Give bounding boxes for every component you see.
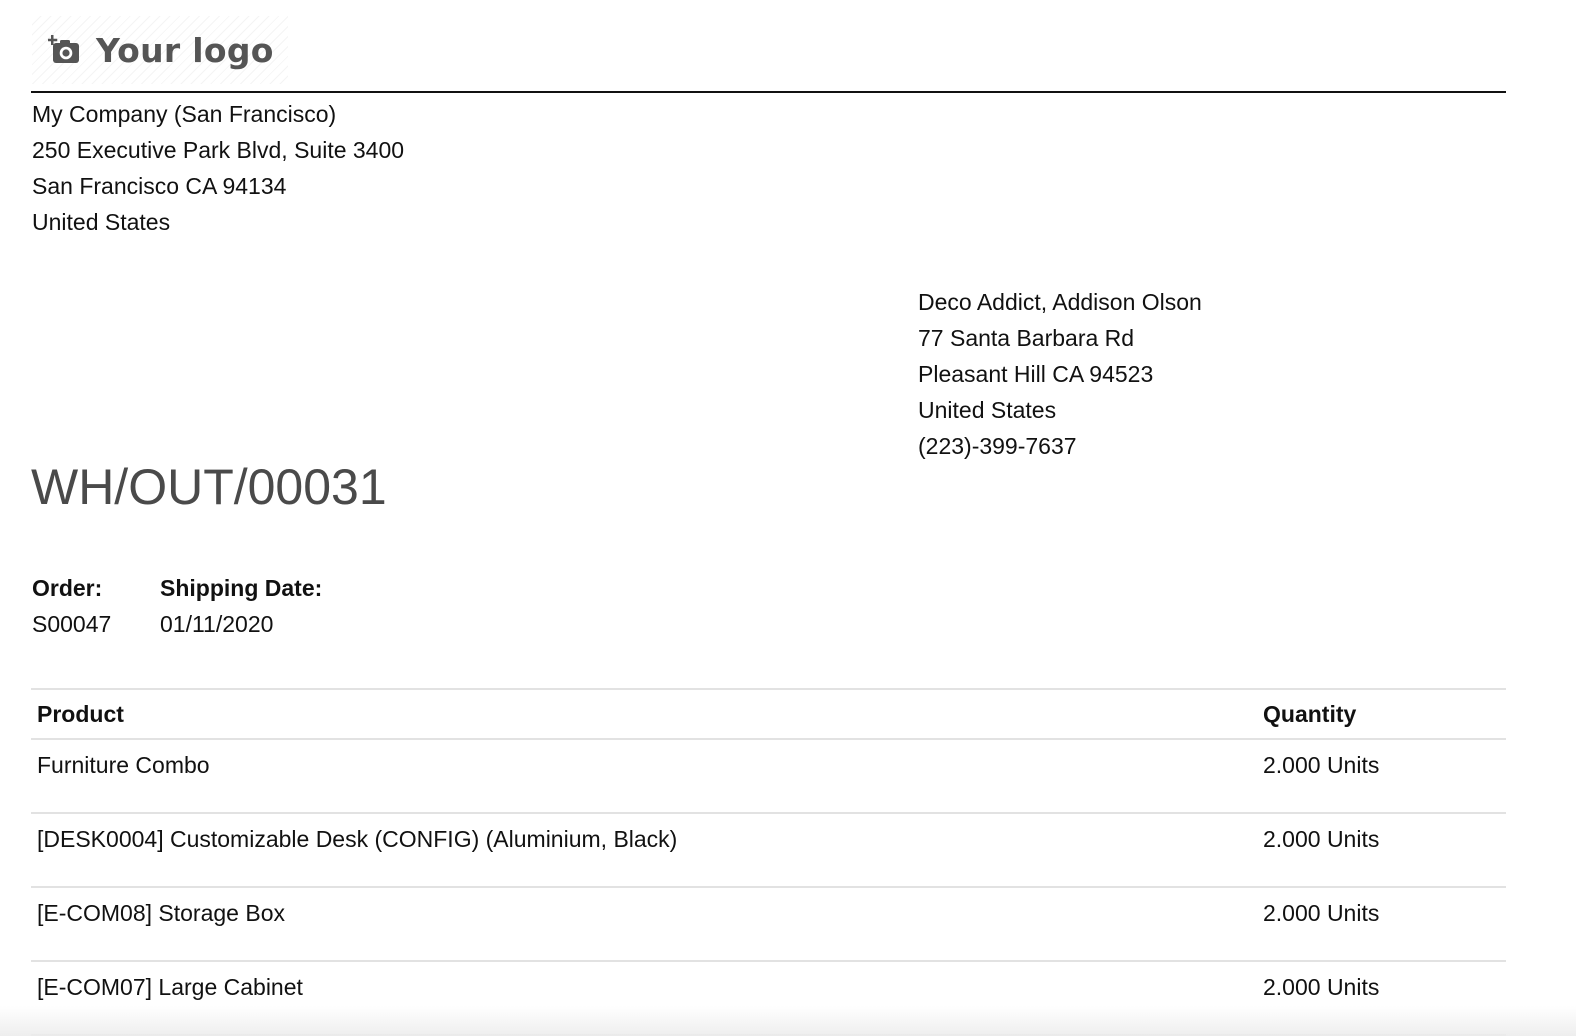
customer-phone: (223)-399-7637	[918, 433, 1077, 459]
quantity-cell: 2.000 Units	[1263, 752, 1380, 778]
quantity-cell: 2.000 Units	[1263, 826, 1380, 852]
customer-name: Deco Addict, Addison Olson	[918, 289, 1202, 315]
products-table: Product Quantity Furniture Combo 2.000 U…	[31, 688, 1506, 1036]
header-divider	[31, 91, 1506, 93]
order-value: S00047	[32, 611, 112, 637]
shipping-date-value: 01/11/2020	[160, 611, 274, 637]
table-row: [E-COM07] Large Cabinet 2.000 Units	[31, 961, 1506, 1035]
table-row: [E-COM08] Storage Box 2.000 Units	[31, 887, 1506, 961]
company-name: My Company (San Francisco)	[32, 101, 337, 127]
company-street: 250 Executive Park Blvd, Suite 3400	[32, 137, 405, 163]
customer-city: Pleasant Hill CA 94523	[918, 361, 1154, 387]
product-cell: [DESK0004] Customizable Desk (CONFIG) (A…	[37, 826, 678, 852]
order-label: Order:	[32, 575, 103, 601]
table-row: [DESK0004] Customizable Desk (CONFIG) (A…	[31, 813, 1506, 887]
order-info: Order: S00047	[32, 570, 111, 642]
delivery-slip-page: Your logo My Company (San Francisco) 250…	[0, 0, 1576, 1036]
quantity-cell: 2.000 Units	[1263, 900, 1380, 926]
company-city: San Francisco CA 94134	[32, 173, 287, 199]
document-title: WH/OUT/00031	[31, 459, 387, 515]
table-row: Furniture Combo 2.000 Units	[31, 739, 1506, 813]
shipping-date-label: Shipping Date:	[160, 575, 323, 601]
product-cell: [E-COM07] Large Cabinet	[37, 974, 303, 1000]
company-country: United States	[32, 209, 171, 235]
product-cell: Furniture Combo	[37, 752, 210, 778]
company-logo[interactable]: Your logo	[32, 16, 288, 84]
quantity-cell: 2.000 Units	[1263, 974, 1380, 1000]
customer-street: 77 Santa Barbara Rd	[918, 325, 1135, 351]
product-column-header: Product	[37, 700, 124, 727]
table-header-row: Product Quantity	[31, 689, 1506, 739]
product-cell: [E-COM08] Storage Box	[37, 900, 285, 926]
camera-plus-icon	[48, 33, 82, 67]
customer-address: Deco Addict, Addison Olson 77 Santa Barb…	[918, 284, 1202, 464]
quantity-column-header: Quantity	[1263, 700, 1357, 727]
shipping-date-info: Shipping Date: 01/11/2020	[160, 570, 322, 642]
company-address: My Company (San Francisco) 250 Executive…	[32, 96, 404, 240]
logo-text: Your logo	[96, 30, 274, 70]
customer-country: United States	[918, 397, 1057, 423]
